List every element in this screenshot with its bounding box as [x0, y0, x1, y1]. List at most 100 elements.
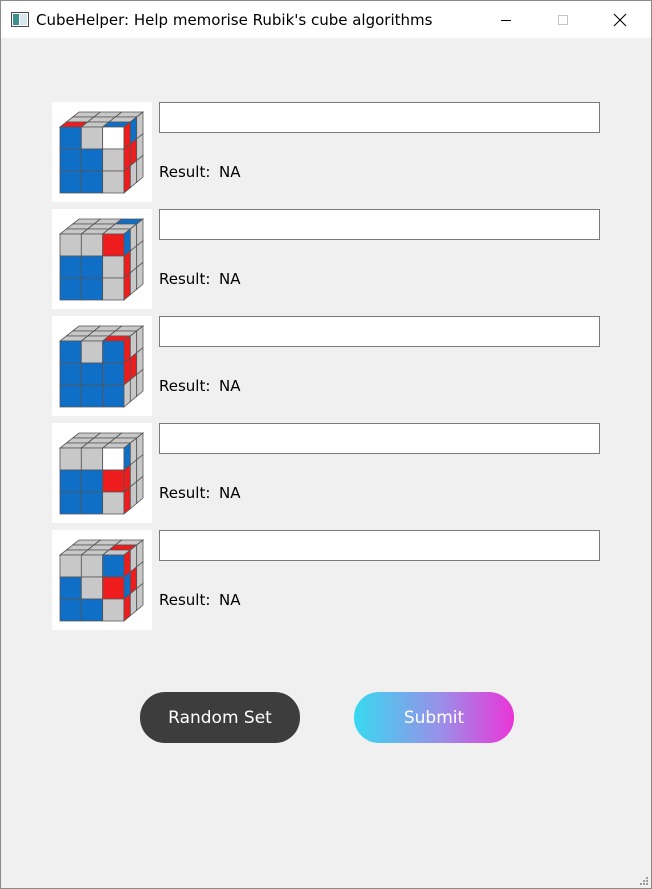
cube-sticker — [102, 554, 125, 578]
result-label: Result: — [159, 484, 211, 502]
cube-sticker — [102, 255, 125, 279]
cube-sticker — [136, 475, 144, 505]
cube-sticker — [59, 126, 82, 150]
cube-sticker — [102, 277, 125, 301]
resize-grip-icon[interactable] — [639, 876, 649, 886]
app-icon — [11, 12, 29, 27]
cube-sticker — [102, 148, 125, 172]
minimize-button[interactable] — [477, 1, 534, 38]
cube-sticker — [59, 255, 82, 279]
algorithm-case-row: Result: NA — [1, 530, 651, 630]
cube-sticker — [59, 384, 82, 408]
result-value: NA — [219, 163, 241, 181]
cube-diagram — [58, 111, 145, 194]
algorithm-case-row: Result: NA — [1, 316, 651, 416]
cube-sticker — [59, 491, 82, 515]
cube-sticker — [80, 447, 104, 471]
cube-sticker — [102, 362, 125, 386]
cube-sticker — [136, 582, 144, 612]
cube-sticker — [129, 480, 138, 510]
algorithm-case-row: Result: NA — [1, 102, 651, 202]
cube-sticker — [59, 148, 82, 172]
cube-case-image — [52, 209, 152, 309]
cube-sticker — [80, 598, 104, 622]
algorithm-input[interactable] — [159, 102, 600, 133]
cube-sticker — [102, 340, 125, 364]
cube-diagram — [58, 325, 145, 408]
cube-sticker — [123, 271, 131, 301]
cube-sticker — [123, 592, 131, 622]
maximize-icon — [557, 14, 568, 25]
cube-sticker — [59, 447, 82, 471]
cube-sticker — [129, 159, 138, 189]
title-bar[interactable]: CubeHelper: Help memorise Rubik's cube a… — [1, 1, 651, 38]
cube-case-image — [52, 316, 152, 416]
algorithm-input[interactable] — [159, 209, 600, 240]
cube-sticker — [80, 233, 104, 257]
cube-sticker — [80, 277, 104, 301]
cube-sticker — [59, 554, 82, 578]
cube-sticker — [102, 126, 125, 150]
cube-sticker — [59, 170, 82, 194]
cube-sticker — [129, 373, 138, 403]
cube-sticker — [136, 154, 144, 184]
result-value: NA — [219, 484, 241, 502]
cube-sticker — [102, 233, 125, 257]
cube-sticker — [59, 277, 82, 301]
result-label: Result: — [159, 591, 211, 609]
cube-sticker — [80, 340, 104, 364]
cube-sticker — [102, 469, 125, 493]
cube-sticker — [59, 469, 82, 493]
cube-sticker — [80, 362, 104, 386]
cube-sticker — [123, 164, 131, 194]
close-icon — [613, 13, 626, 26]
cube-sticker — [80, 491, 104, 515]
cube-sticker — [59, 576, 82, 600]
cube-sticker — [102, 598, 125, 622]
result-label: Result: — [159, 163, 211, 181]
algorithm-input[interactable] — [159, 530, 600, 561]
result-value: NA — [219, 591, 241, 609]
app-window: CubeHelper: Help memorise Rubik's cube a… — [0, 0, 652, 889]
cube-sticker — [80, 554, 104, 578]
cube-sticker — [80, 148, 104, 172]
cube-sticker — [129, 587, 138, 617]
cube-sticker — [129, 266, 138, 296]
cube-case-image — [52, 530, 152, 630]
submit-button[interactable]: Submit — [354, 692, 514, 743]
cube-sticker — [80, 384, 104, 408]
cube-diagram — [58, 432, 145, 515]
cube-sticker — [136, 368, 144, 398]
cube-diagram — [58, 539, 145, 622]
cube-sticker — [80, 170, 104, 194]
cube-sticker — [123, 485, 131, 515]
cube-sticker — [136, 261, 144, 291]
cube-sticker — [102, 447, 125, 471]
cube-sticker — [102, 576, 125, 600]
cube-sticker — [59, 340, 82, 364]
minimize-icon — [500, 19, 511, 21]
cube-sticker — [102, 170, 125, 194]
cube-sticker — [80, 576, 104, 600]
cube-sticker — [59, 598, 82, 622]
cube-sticker — [80, 126, 104, 150]
algorithm-input[interactable] — [159, 423, 600, 454]
cube-case-image — [52, 102, 152, 202]
algorithm-case-row: Result: NA — [1, 209, 651, 309]
maximize-button[interactable] — [534, 1, 591, 38]
cube-sticker — [102, 491, 125, 515]
cube-sticker — [80, 255, 104, 279]
result-value: NA — [219, 377, 241, 395]
random-set-button[interactable]: Random Set — [140, 692, 300, 743]
cube-sticker — [59, 362, 82, 386]
algorithm-case-row: Result: NA — [1, 423, 651, 523]
close-button[interactable] — [591, 1, 648, 38]
result-label: Result: — [159, 270, 211, 288]
algorithm-input[interactable] — [159, 316, 600, 347]
result-value: NA — [219, 270, 241, 288]
cube-sticker — [123, 378, 131, 408]
window-title: CubeHelper: Help memorise Rubik's cube a… — [36, 11, 433, 29]
cube-sticker — [80, 469, 104, 493]
cube-diagram — [58, 218, 145, 301]
result-label: Result: — [159, 377, 211, 395]
